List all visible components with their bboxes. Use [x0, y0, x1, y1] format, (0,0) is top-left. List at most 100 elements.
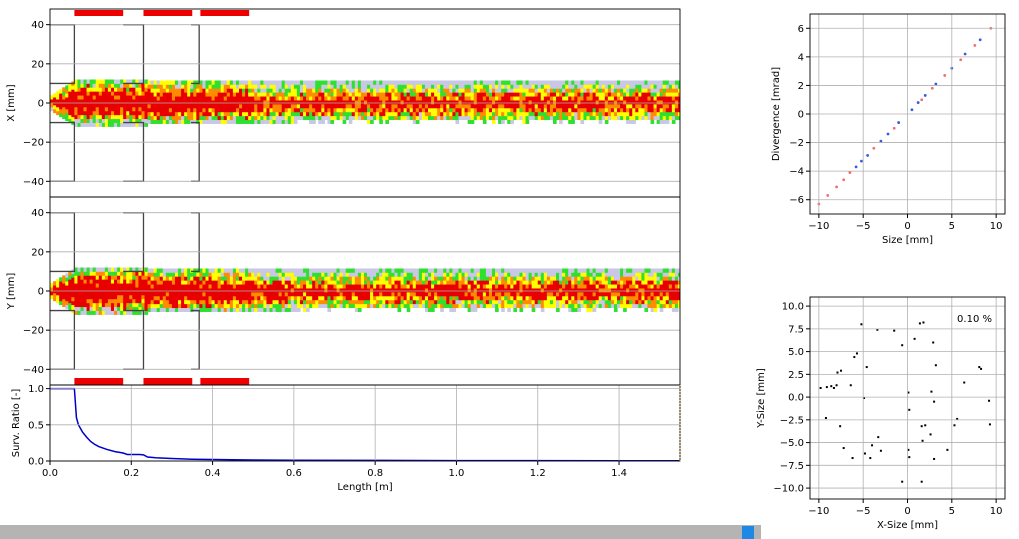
phase-space-ytick-label: 6	[798, 24, 804, 35]
phase-point	[934, 82, 938, 86]
transverse-point	[908, 408, 911, 411]
x-profile-ytick-label: 40	[31, 20, 44, 31]
phase-point	[973, 44, 977, 47]
transverse-point	[978, 366, 981, 369]
transverse-point	[930, 390, 933, 393]
transverse-ytick-label: −2.5	[780, 415, 804, 426]
x-profile-aperture-upper	[123, 24, 145, 85]
transverse-point	[921, 439, 924, 442]
phase-point	[930, 86, 934, 90]
y-profile-ytick-label: −20	[23, 326, 44, 337]
y-profile-density-cell	[592, 307, 597, 312]
transverse-point	[879, 449, 882, 452]
horizontal-scrollbar[interactable]	[0, 525, 761, 539]
y-profile-density-cell	[327, 307, 332, 312]
transverse-xtick-label: 0	[904, 506, 910, 517]
transverse-point	[913, 337, 916, 340]
transverse-point	[851, 457, 854, 460]
survival-xtick-label: 1.0	[448, 468, 464, 479]
y-profile-density-cell	[653, 307, 658, 312]
transverse-point	[946, 448, 949, 451]
transverse-ytick-label: 2.5	[788, 370, 804, 381]
transverse-point	[908, 456, 911, 459]
y-profile-aperture-lower	[50, 309, 76, 370]
survival-xtick-label: 0.8	[367, 468, 383, 479]
figure: 40200−20−40X [mm]40200−20−40Y [mm]0.00.5…	[6, 8, 1006, 531]
transverse-point	[932, 341, 935, 344]
transverse-point	[824, 417, 827, 420]
phase-point	[879, 139, 883, 143]
transverse-point	[918, 322, 921, 325]
y-profile-density-cell	[306, 307, 310, 312]
y-profile-gridlines	[50, 212, 680, 370]
transverse-point	[836, 371, 839, 374]
transverse-ytick-label: 7.5	[788, 324, 804, 335]
y-profile-panel: 40200−20−40Y [mm]	[6, 196, 681, 386]
transverse-point	[839, 425, 842, 428]
transverse-point	[953, 424, 956, 427]
y-profile-density-cell	[431, 307, 435, 312]
phase-space-xtick-label: −5	[856, 221, 871, 232]
transverse-point	[922, 321, 925, 324]
transverse-point	[863, 452, 866, 455]
survival-xtick-label: 0.6	[286, 468, 302, 479]
magnet-marker-bottom	[74, 378, 124, 385]
x-profile-aperture-lower	[123, 121, 145, 182]
y-profile-density-cell	[495, 307, 499, 312]
x-profile-ytick-label: 20	[31, 59, 44, 70]
phase-space-plot-area	[817, 26, 993, 206]
y-profile-density-cell	[452, 307, 457, 312]
y-profile-ytick-label: −40	[23, 365, 44, 376]
survival-frame	[49, 384, 681, 462]
x-profile-density-cell	[379, 119, 383, 124]
phase-point	[943, 74, 947, 77]
phase-point	[848, 171, 852, 174]
survival-xtick-label: 0.2	[123, 468, 139, 479]
transverse-point	[924, 424, 927, 427]
magnet-markers	[74, 10, 250, 385]
scrollbar-thumb[interactable]	[742, 526, 754, 539]
y-profile-density-cell	[357, 307, 362, 312]
x-profile-density-cell	[330, 119, 335, 124]
x-profile-ylabel: X [mm]	[6, 84, 17, 121]
y-profile-aperture-upper	[191, 212, 200, 273]
x-profile-ytick-label: −20	[23, 138, 44, 149]
survival-xlabel: Length [m]	[337, 482, 392, 493]
survival-ytick-label: 1.0	[28, 384, 44, 395]
magnet-marker-bottom	[200, 378, 250, 385]
survival-xtick-label: 0.4	[205, 468, 221, 479]
transverse-ylabel: Y-Size [mm]	[756, 368, 767, 429]
y-profile-ytick-label: 40	[31, 208, 44, 219]
survival-ylabel: Surv. Ratio [-]	[11, 389, 22, 458]
x-profile-density-cell	[604, 119, 609, 124]
transverse-point	[865, 366, 868, 369]
phase-point	[963, 52, 967, 56]
x-profile-density-cell	[510, 119, 514, 124]
x-profile-density-cell	[385, 119, 389, 124]
transverse-point	[901, 344, 904, 347]
x-profile-gridlines	[50, 24, 680, 182]
phase-point	[854, 165, 858, 169]
transverse-ytick-label: 5.0	[788, 347, 804, 358]
magnet-marker-bottom	[143, 378, 193, 385]
transverse-point	[893, 329, 896, 332]
x-profile-density-cell	[665, 119, 670, 124]
transverse-point	[869, 457, 872, 460]
phase-space-ytick-label: 4	[798, 52, 804, 63]
transverse-point	[825, 386, 828, 389]
phase-point	[860, 159, 863, 163]
transverse-point	[842, 447, 845, 450]
transverse-point	[849, 384, 852, 387]
transverse-ytick-label: −5.0	[780, 438, 804, 449]
phase-point	[916, 101, 920, 104]
transverse-plot-area	[819, 321, 991, 483]
x-profile-density-cell	[455, 119, 460, 124]
survival-xtick-label: 1.4	[611, 468, 627, 479]
y-profile-density-cell	[674, 307, 679, 312]
x-profile-density-cell	[525, 119, 530, 124]
transverse-point	[853, 356, 856, 359]
magnet-marker-top	[74, 10, 124, 16]
y-profile-density-cell	[513, 307, 518, 312]
x-profile-density-cell	[559, 119, 563, 124]
phase-space-ytick-label: −2	[789, 138, 804, 149]
